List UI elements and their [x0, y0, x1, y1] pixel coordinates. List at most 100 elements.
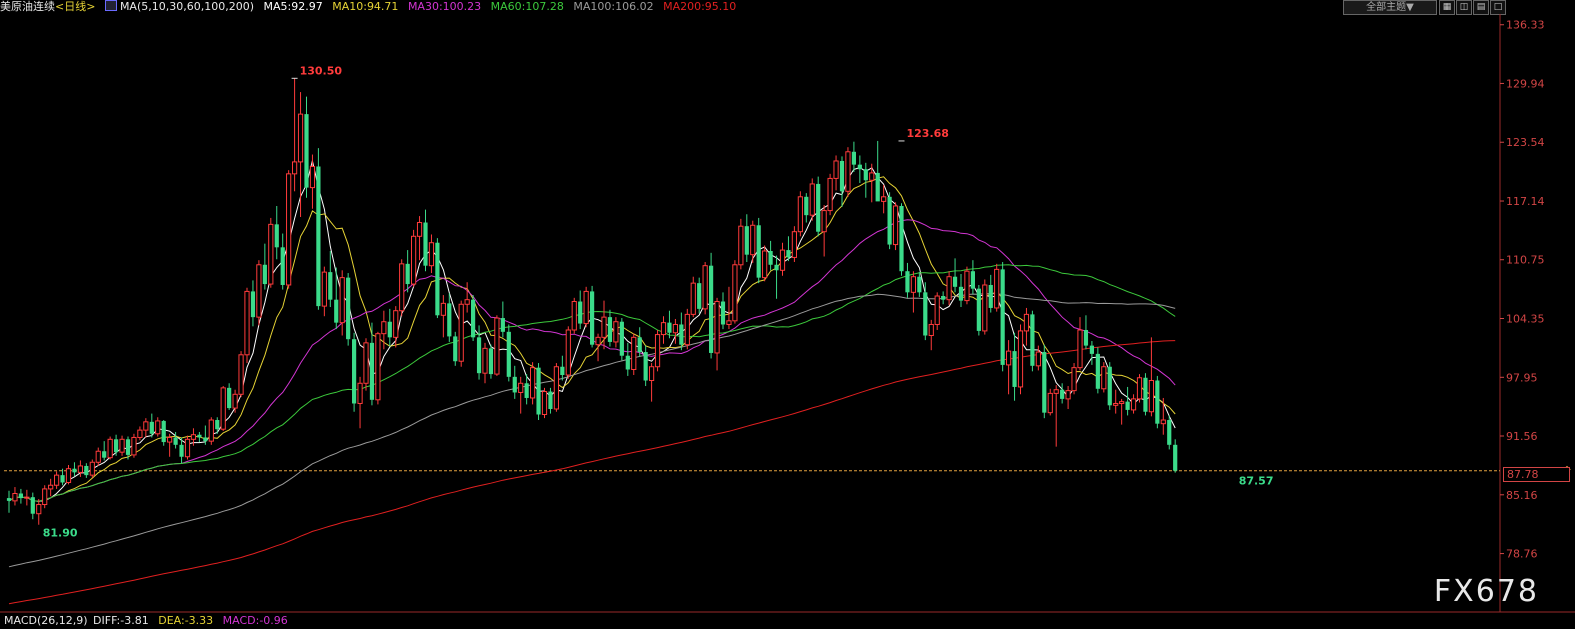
- up-candle: [530, 362, 536, 405]
- candle-body: [1047, 392, 1053, 414]
- candle-body: [875, 172, 880, 202]
- up-candle: [363, 338, 369, 391]
- candle-body: [863, 169, 868, 181]
- candle-body: [560, 366, 565, 376]
- up-candle: [833, 155, 839, 191]
- candle-body: [1101, 366, 1107, 390]
- candle-body: [95, 450, 101, 463]
- down-candle: [405, 250, 410, 293]
- down-candle: [435, 238, 440, 319]
- candles: [6, 78, 1178, 525]
- candle-body: [1089, 345, 1094, 354]
- down-candle: [1042, 344, 1047, 419]
- candle-body: [892, 205, 899, 246]
- down-candle: [72, 462, 77, 477]
- candle-body: [220, 387, 226, 430]
- candle-body: [786, 250, 791, 258]
- candle-body: [262, 264, 267, 285]
- candle-body: [42, 488, 48, 506]
- down-candle: [1030, 310, 1035, 372]
- candle-body: [274, 224, 279, 248]
- candle-body: [1125, 401, 1130, 410]
- candle-body: [601, 316, 607, 338]
- up-candle: [684, 308, 690, 350]
- candle-body: [453, 336, 458, 362]
- candle-body: [137, 429, 143, 438]
- down-candle: [114, 434, 119, 456]
- candle-body: [227, 387, 232, 409]
- low-annotation-label: 87.57: [1239, 475, 1274, 488]
- candle-body: [905, 271, 910, 293]
- candle-body: [435, 242, 440, 316]
- up-candle: [553, 363, 559, 412]
- candle-body: [161, 420, 166, 443]
- candle-body: [869, 172, 875, 181]
- down-candle: [697, 277, 702, 314]
- down-candle: [643, 345, 648, 387]
- up-candle: [791, 226, 797, 263]
- candle-body: [672, 323, 678, 334]
- candle-body: [107, 438, 113, 459]
- up-candle: [297, 92, 304, 218]
- candle-body: [250, 291, 256, 318]
- up-candle: [256, 260, 262, 326]
- up-candle: [1006, 340, 1012, 395]
- up-candle: [286, 170, 292, 289]
- candle-body: [297, 113, 304, 163]
- down-candle: [250, 280, 256, 327]
- candle-body: [1143, 377, 1148, 412]
- down-candle: [512, 365, 517, 399]
- down-candle: [316, 148, 321, 310]
- down-candle: [774, 255, 779, 299]
- candle-body: [1167, 420, 1172, 445]
- down-candle: [84, 463, 89, 478]
- down-candle: [756, 217, 761, 284]
- y-tick-label: 129.94: [1506, 77, 1545, 90]
- macd-value: MACD:-0.96: [222, 614, 288, 627]
- candle-body: [494, 317, 500, 375]
- down-candle: [1012, 332, 1017, 401]
- candle-body: [536, 367, 541, 415]
- down-candle: [387, 308, 392, 347]
- y-tick-label: 78.76: [1506, 548, 1538, 561]
- up-candle: [24, 489, 30, 506]
- candlestick-chart[interactable]: 136.33 129.94 123.54 117.14 110.75 104.35 97.9…: [0, 0, 1575, 629]
- candle-body: [732, 264, 738, 322]
- candle-body: [102, 451, 107, 458]
- candle-body: [352, 339, 357, 404]
- up-candle: [357, 376, 363, 429]
- candle-body: [149, 421, 154, 434]
- candle-body: [964, 270, 970, 302]
- candle-body: [440, 302, 446, 316]
- down-candle: [976, 284, 981, 336]
- macd-diff: DIFF:-3.81: [93, 614, 149, 627]
- candle-body: [369, 342, 375, 400]
- up-candle: [631, 333, 637, 376]
- candle-body: [18, 493, 23, 499]
- high-annotation-label: 123.68: [907, 127, 949, 140]
- candle-body: [679, 324, 684, 345]
- candle-body: [65, 468, 72, 483]
- candle-body: [1095, 353, 1100, 389]
- down-candle: [1089, 341, 1094, 365]
- down-candle: [1173, 439, 1178, 473]
- candle-body: [518, 382, 524, 393]
- down-candle: [923, 282, 928, 341]
- up-candle: [845, 147, 851, 197]
- down-candle: [1060, 383, 1065, 404]
- up-candle: [809, 178, 815, 221]
- up-candle: [654, 329, 661, 372]
- down-candle: [197, 431, 202, 443]
- down-candle: [471, 295, 476, 342]
- up-candle: [416, 216, 423, 261]
- candle-body: [328, 272, 333, 300]
- candle-body: [179, 444, 184, 457]
- down-candle: [941, 291, 946, 305]
- down-candle: [548, 387, 553, 414]
- candle-body: [654, 334, 661, 368]
- chart-frame: [0, 14, 1575, 613]
- candle-body: [833, 160, 839, 179]
- candle-body: [1130, 398, 1137, 411]
- watermark: FX678: [1433, 574, 1539, 609]
- candle-body: [690, 282, 696, 315]
